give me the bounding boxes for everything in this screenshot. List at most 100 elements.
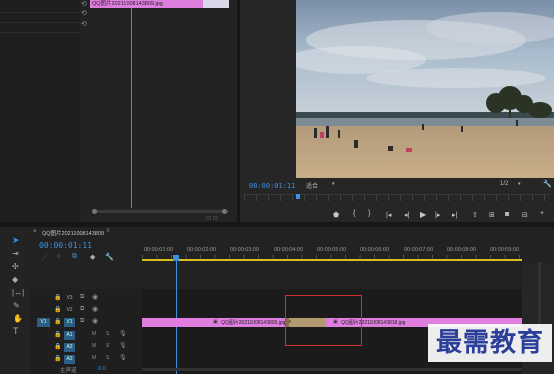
- chevron-down-icon: ▾: [332, 181, 335, 187]
- marker-icon[interactable]: ◆: [90, 253, 95, 261]
- ruler-label: 00:00:04:00: [274, 247, 304, 253]
- ripple-edit-tool-icon[interactable]: ✣: [12, 262, 19, 271]
- ruler-label: 00:00:08:00: [447, 247, 477, 253]
- panel-resize-icon[interactable]: ⊡ ⊡: [206, 215, 218, 222]
- track-v3: 🔒 V3 ⧉ ◉: [30, 293, 140, 304]
- lock-icon-2[interactable]: 🔒: [54, 306, 61, 313]
- wrench-icon[interactable]: 🔧: [543, 180, 552, 188]
- undo-icon[interactable]: ⟲: [81, 0, 87, 8]
- scroll-handle-right[interactable]: [222, 209, 227, 214]
- nest-icon[interactable]: ⧉: [72, 253, 77, 261]
- selection-tool-icon[interactable]: ➤: [12, 235, 20, 246]
- play-icon[interactable]: ▶: [420, 210, 426, 219]
- mark-out-icon[interactable]: }: [368, 210, 370, 217]
- go-to-out-icon[interactable]: ▸|: [452, 211, 457, 219]
- step-back-icon[interactable]: ◂|: [404, 211, 409, 219]
- hand-tool-icon[interactable]: ✋: [13, 314, 23, 323]
- solo-button-3[interactable]: S: [106, 355, 109, 361]
- track-a2-label[interactable]: A2: [64, 343, 75, 352]
- go-to-in-icon[interactable]: |◂: [386, 211, 391, 219]
- track-select-tool-icon[interactable]: ⇥: [12, 249, 19, 258]
- program-mini-ruler[interactable]: [244, 194, 550, 201]
- pen-tool-icon[interactable]: ✎: [13, 301, 20, 310]
- tools-panel: ➤ ⇥ ✣ ◆ |↔| ✎ ✋ T: [0, 227, 30, 374]
- program-timecode[interactable]: 00:00:01:11: [249, 182, 295, 190]
- track-a3-label[interactable]: A3: [64, 355, 75, 364]
- ruler-ticks: [142, 255, 522, 258]
- type-tool-icon[interactable]: T: [13, 326, 19, 336]
- source-scrollbar[interactable]: [93, 210, 229, 213]
- source-clip-bar[interactable]: QQ图片20211008143809.jpg: [90, 0, 203, 8]
- lift-icon[interactable]: ⇧: [472, 211, 478, 219]
- clip-1[interactable]: ▣ QQ图片20211008143809.jpg: [142, 318, 286, 327]
- sequence-tab[interactable]: QQ图片20211008143809: [42, 229, 104, 237]
- project-list: [0, 0, 80, 222]
- source-panel: ⟲ ⟲ ⟲ QQ图片20211008143809.jpg ⊡ ⊡: [0, 0, 237, 222]
- undo-icon-3[interactable]: ⟲: [81, 20, 87, 28]
- sequence-menu-icon[interactable]: ≡: [106, 228, 110, 234]
- extract-icon[interactable]: ⊞: [489, 211, 495, 219]
- ruler-label: 00:00:05:00: [317, 247, 347, 253]
- program-playhead-marker[interactable]: [296, 194, 300, 199]
- undo-icon-2[interactable]: ⟲: [81, 9, 87, 17]
- clip-1-icon: ▣: [213, 319, 218, 325]
- track-v1-label[interactable]: V1: [64, 318, 75, 327]
- mic-icon-2[interactable]: 🎙: [119, 342, 127, 349]
- lock-icon[interactable]: 🔒: [54, 294, 61, 301]
- track-v2: 🔒 V2 ⧉ ◉: [30, 305, 140, 316]
- source-playhead-line: [131, 8, 132, 208]
- source-clip-thumb: [203, 0, 229, 8]
- eye-icon-2[interactable]: ◉: [92, 305, 98, 313]
- export-frame-icon[interactable]: ◙: [505, 211, 509, 218]
- program-monitor: 00:00:01:11 适合 ▾ 1/2 ▾ 🔧 ⬟ { } |◂ ◂| ▶ |…: [240, 0, 554, 222]
- lock-icon-3[interactable]: 🔒: [54, 318, 61, 325]
- track-a1-label[interactable]: A1: [64, 331, 75, 340]
- mark-in-icon[interactable]: {: [353, 210, 355, 217]
- solo-button[interactable]: S: [106, 331, 109, 337]
- link-icon[interactable]: ∩: [56, 253, 61, 260]
- sync-lock-icon-3[interactable]: ⧉: [80, 318, 84, 325]
- sync-lock-icon[interactable]: ⧉: [80, 294, 84, 301]
- program-video-frame: [296, 0, 554, 178]
- master-value[interactable]: 0.0: [98, 366, 106, 372]
- list-divider-1: [0, 12, 80, 13]
- add-marker-icon[interactable]: ⬟: [333, 211, 339, 219]
- source-patch-v1[interactable]: V1: [37, 318, 50, 327]
- track-v2-label[interactable]: V2: [64, 306, 75, 315]
- quality-select[interactable]: 1/2 ▾: [500, 181, 528, 189]
- ruler-label: 00:00:07:00: [404, 247, 434, 253]
- mute-button-2[interactable]: M: [92, 343, 96, 349]
- lock-icon-5[interactable]: 🔒: [54, 343, 61, 350]
- ruler-label: 00:00:02:00: [187, 247, 217, 253]
- mic-icon-3[interactable]: 🎙: [119, 354, 127, 361]
- track-v3-label[interactable]: V3: [64, 294, 75, 303]
- timeline-timecode[interactable]: 00:00:01:11: [39, 241, 92, 250]
- button-editor-icon[interactable]: ⊟: [522, 211, 528, 219]
- master-track: 主声道 0.0: [60, 366, 140, 374]
- list-divider-3: [0, 32, 80, 33]
- settings-wrench-icon[interactable]: 🔧: [105, 253, 114, 261]
- add-button-icon[interactable]: +: [540, 210, 544, 217]
- eye-icon-3[interactable]: ◉: [92, 317, 98, 325]
- sync-lock-icon-2[interactable]: ⧉: [80, 306, 84, 313]
- list-divider-2: [0, 22, 80, 23]
- lock-icon-6[interactable]: 🔒: [54, 355, 61, 362]
- solo-button-2[interactable]: S: [106, 343, 109, 349]
- work-area-bar[interactable]: [142, 259, 522, 261]
- razor-tool-icon[interactable]: ◆: [12, 275, 18, 284]
- timeline-close-icon[interactable]: ×: [33, 229, 37, 235]
- timeline-horizontal-scroll[interactable]: [142, 368, 522, 371]
- scroll-handle-left[interactable]: [92, 209, 97, 214]
- lock-icon-4[interactable]: 🔒: [54, 331, 61, 338]
- slip-tool-icon[interactable]: |↔|: [12, 288, 24, 297]
- mute-button[interactable]: M: [92, 331, 96, 337]
- eye-icon[interactable]: ◉: [92, 293, 98, 301]
- mic-icon[interactable]: 🎙: [119, 330, 127, 337]
- fit-select[interactable]: 适合 ▾: [306, 181, 338, 190]
- watermark-text: 最需教育: [435, 328, 544, 358]
- track-a3: 🔒 A3 M S 🎙: [30, 354, 140, 365]
- clip-1-label: QQ图片20211008143809.jpg: [221, 320, 286, 326]
- mute-button-3[interactable]: M: [92, 355, 96, 361]
- snap-icon[interactable]: ⋰: [41, 253, 48, 261]
- step-forward-icon[interactable]: |▸: [435, 211, 440, 219]
